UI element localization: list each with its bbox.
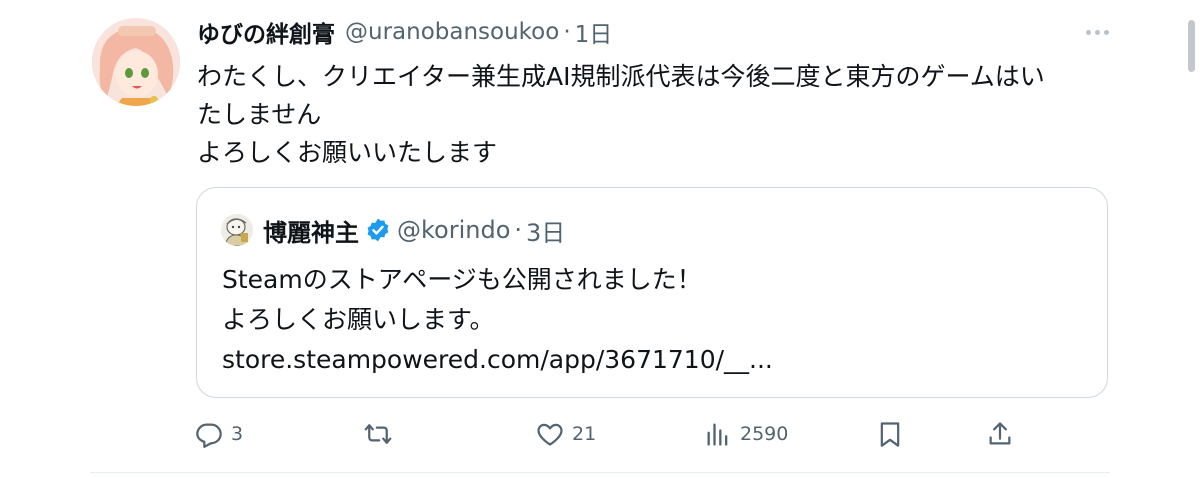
reply-button[interactable]: 3 — [195, 417, 243, 451]
quoted-post-link[interactable]: store.steampowered.com/app/3671710/__... — [222, 340, 1082, 380]
quoted-text-line: よろしくお願いします。 — [222, 305, 495, 334]
quoted-post-header: 博麗神主 @korindo · 3日 — [221, 213, 565, 247]
post-action-bar: 3 21 2590 — [0, 415, 1200, 455]
bookmark-icon — [880, 422, 900, 447]
scrollbar[interactable] — [1188, 20, 1195, 72]
post-divider — [90, 472, 1110, 473]
reply-icon — [196, 423, 222, 448]
quoted-author-avatar — [221, 214, 253, 246]
repost-icon — [364, 424, 392, 444]
post-text-line: よろしくお願いいたします — [197, 138, 498, 167]
quoted-post-text: Steamのストアページも公開されました！ よろしくお願いします。 store.… — [222, 260, 1082, 380]
like-button[interactable]: 21 — [536, 417, 596, 451]
author-avatar[interactable] — [92, 18, 180, 106]
more-icon — [1085, 29, 1091, 35]
share-button[interactable] — [986, 417, 1014, 451]
separator-dot: · — [514, 216, 523, 244]
post-header: ゆびの絆創膏 @uranobansoukoo · 1日 — [197, 14, 612, 50]
more-options-button[interactable] — [1082, 20, 1112, 44]
post-text-line: たしません — [197, 100, 322, 129]
reply-count: 3 — [231, 423, 244, 445]
author-handle[interactable]: @uranobansoukoo — [345, 19, 559, 45]
quoted-post-card[interactable]: 博麗神主 @korindo · 3日 Steamのストアページも公開されました！… — [196, 187, 1108, 398]
bookmark-button[interactable] — [876, 417, 904, 451]
views-button[interactable]: 2590 — [704, 417, 788, 451]
quoted-author-handle[interactable]: @korindo — [397, 216, 510, 244]
post-text-line: わたくし、クリエイター兼生成AI規制派代表は今後二度と東方のゲームはい — [197, 62, 1045, 91]
verified-badge-icon — [367, 218, 389, 242]
views-count: 2590 — [740, 423, 789, 445]
separator-dot: · — [563, 19, 571, 45]
author-display-name[interactable]: ゆびの絆創膏 — [197, 15, 335, 49]
quoted-author-display-name[interactable]: 博麗神主 — [263, 213, 359, 248]
post-timestamp[interactable]: 1日 — [575, 15, 613, 49]
quoted-text-line: Steamのストアページも公開されました！ — [222, 265, 702, 294]
like-count: 21 — [572, 423, 597, 445]
repost-button[interactable] — [364, 417, 400, 451]
quoted-post-timestamp[interactable]: 3日 — [526, 213, 565, 248]
heart-icon — [537, 423, 563, 446]
post-text: わたくし、クリエイター兼生成AI規制派代表は今後二度と東方のゲームはい たしませ… — [197, 58, 1127, 172]
share-icon — [989, 422, 1011, 445]
views-icon — [707, 423, 728, 446]
